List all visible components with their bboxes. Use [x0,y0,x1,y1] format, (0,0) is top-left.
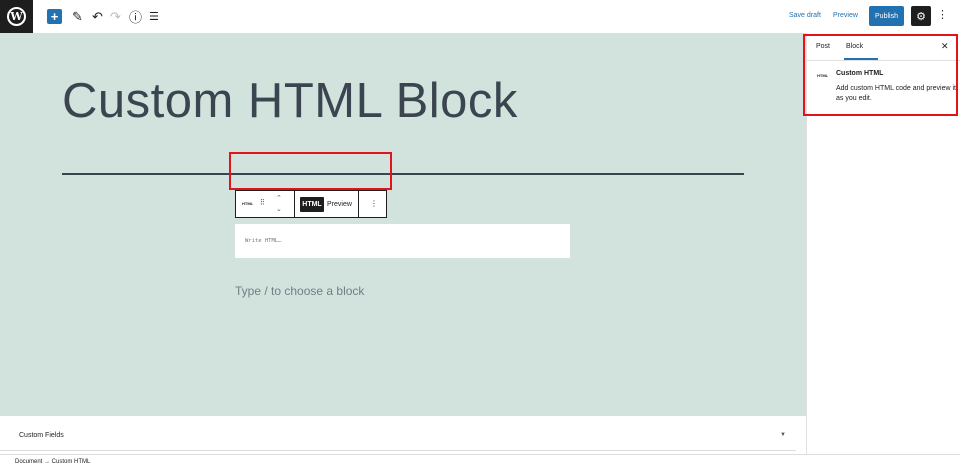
chevron-down-icon[interactable]: ▼ [780,432,786,438]
settings-gear-icon[interactable]: ⚙ [911,6,931,26]
block-toolbar: HTML ⁝⁝ ⌃ ⌄ HTML Preview ⋮ [235,190,387,218]
options-more-icon[interactable]: ⋮ [937,8,948,21]
editor-canvas[interactable]: Custom HTML Block HTML ⁝⁝ ⌃ ⌄ HTML Previ… [0,33,806,416]
meta-boxes-panel: Custom Fields ▼ [0,416,806,451]
list-view-icon[interactable]: ☰ [149,8,159,25]
block-breadcrumb[interactable]: Document → Custom HTML [15,459,90,465]
highlight-annotation [229,152,392,190]
details-info-icon[interactable]: ⓘ [129,8,142,25]
redo-icon[interactable]: ↷ [110,8,121,25]
toolbar-divider [358,191,359,217]
wordpress-icon: W [7,7,26,26]
separator-block[interactable] [62,173,744,175]
divider [0,450,796,451]
custom-fields-toggle[interactable]: Custom Fields [19,432,64,439]
toolbar-divider [294,191,295,217]
highlight-annotation [803,34,958,116]
preview-tab-button[interactable]: Preview [327,201,352,208]
publish-button[interactable]: Publish [869,6,904,26]
editor-footer: Document → Custom HTML [0,454,960,469]
add-block-button[interactable]: + [47,9,62,24]
block-mover: ⌃ ⌄ [276,193,282,215]
html-tab-button[interactable]: HTML [300,197,324,212]
preview-button[interactable]: Preview [833,12,858,19]
wordpress-logo[interactable]: W [0,0,33,33]
editor-header: W + ✎ ↶ ↷ ⓘ ☰ Save draft Preview Publish… [0,0,960,33]
move-down-icon[interactable]: ⌄ [276,206,282,213]
tools-pencil-icon[interactable]: ✎ [72,8,83,25]
block-options-icon[interactable]: ⋮ [370,199,378,208]
html-code-input[interactable]: Write HTML… [235,224,570,258]
html-block-icon[interactable]: HTML [242,201,253,206]
html-placeholder: Write HTML… [245,238,282,244]
drag-handle-icon[interactable]: ⁝⁝ [260,197,265,208]
save-draft-button[interactable]: Save draft [789,12,821,19]
default-block-appender[interactable]: Type / to choose a block [235,284,364,298]
move-up-icon[interactable]: ⌃ [276,195,282,202]
undo-icon[interactable]: ↶ [92,8,103,25]
post-title[interactable]: Custom HTML Block [62,73,518,129]
